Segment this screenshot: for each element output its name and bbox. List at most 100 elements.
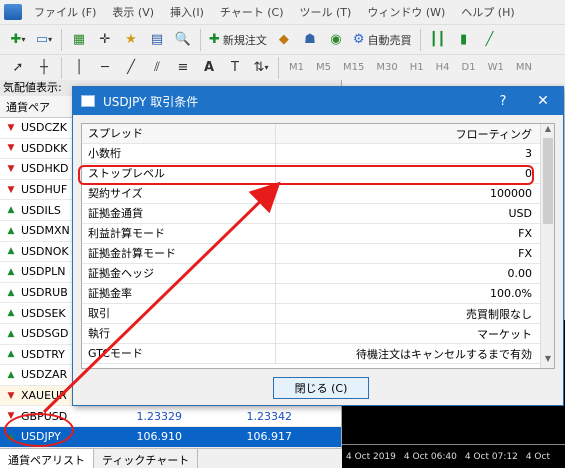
property-row[interactable]: 利益計算モード FX — [82, 223, 540, 244]
menu-bar: ファイル (F) 表示 (V) 挿入(I) チャート (C) ツール (T) ウ… — [0, 0, 565, 24]
vertical-line-button[interactable]: │ — [67, 56, 91, 80]
market-watch-row[interactable]: ▼ GBPUSD 1.23329 1.23342 — [0, 406, 341, 427]
property-name: 取引 — [82, 303, 276, 324]
menu-charts[interactable]: チャート (C) — [212, 4, 292, 20]
label-button[interactable]: T — [223, 56, 247, 80]
magnifier-icon: 🔍 — [174, 32, 192, 47]
menu-view[interactable]: 表示 (V) — [104, 4, 162, 20]
arrow-down-icon: ▼ — [7, 122, 15, 133]
property-row[interactable]: 執行 マーケット — [82, 323, 540, 344]
crosshair-tool-button[interactable]: ┼ — [32, 56, 56, 80]
new-order-icon: ✚ — [209, 32, 220, 47]
property-value: FX — [518, 247, 532, 260]
property-row[interactable]: 証拠金計算モード FX — [82, 243, 540, 264]
menu-help[interactable]: ヘルプ (H) — [453, 4, 522, 20]
column-header-symbol[interactable]: 通貨ペア — [0, 99, 50, 115]
timeframe-m15[interactable]: M15 — [338, 62, 369, 73]
timeframe-h1[interactable]: H1 — [405, 62, 429, 73]
property-row[interactable]: スプレッド フローティング — [82, 124, 540, 144]
fibonacci-button[interactable]: ≡ — [171, 56, 195, 80]
trendline-icon: ╱ — [127, 60, 135, 75]
arrow-down-icon: ▼ — [7, 184, 15, 195]
property-name: 執行 — [82, 323, 276, 344]
scroll-down-icon[interactable]: ▼ — [541, 354, 554, 368]
dialog-title: USDJPY 取引条件 — [103, 94, 199, 109]
news-button[interactable]: ◉ — [324, 28, 348, 52]
timeframe-m30[interactable]: M30 — [371, 62, 402, 73]
signals-button[interactable]: ☗ — [298, 28, 322, 52]
scroll-thumb[interactable] — [543, 138, 553, 224]
timeframe-w1[interactable]: W1 — [483, 62, 509, 73]
property-name: 証拠金ヘッジ — [82, 263, 276, 284]
close-icon[interactable]: ✕ — [523, 93, 563, 109]
property-row[interactable]: GTCモード 待機注文はキャンセルするまで有効 — [82, 343, 540, 364]
metaeditor-button[interactable]: ◆ — [272, 28, 296, 52]
crosshair-button[interactable]: ✛ — [93, 28, 117, 52]
arrow-down-icon: ▼ — [7, 390, 15, 401]
timeframe-d1[interactable]: D1 — [457, 62, 481, 73]
bar-chart-button[interactable]: ┃┃ — [426, 28, 450, 52]
property-row[interactable]: ストップレベル 0 — [82, 163, 540, 184]
profiles-button[interactable]: ▭ ▾ — [32, 28, 56, 52]
cursor-button[interactable]: ➚ — [6, 56, 30, 80]
tab-tick-chart[interactable]: ティックチャート — [94, 449, 199, 468]
property-row[interactable]: 取引 売買制限なし — [82, 303, 540, 324]
timeframe-m1[interactable]: M1 — [284, 62, 309, 73]
crosshair-icon: ┼ — [40, 60, 48, 75]
property-row[interactable]: 証拠金率 100.0% — [82, 283, 540, 304]
auto-trade-label: 自動売買 — [367, 33, 412, 47]
new-order-button[interactable]: ✚ 新規注文 — [206, 28, 270, 52]
standard-toolbar: ✚ ▾ ▭ ▾ ▦ ✛ ★ ▤ 🔍 ✚ 新規注文 ◆ ☗ ◉ ⚙ 自動売買 ┃┃ ▮ ╱ — [0, 24, 565, 54]
toolbar-separator — [61, 56, 62, 79]
property-row[interactable]: 小数桁 3 — [82, 143, 540, 164]
property-name: ストップレベル — [82, 163, 276, 184]
navigator-button[interactable]: ★ — [119, 28, 143, 52]
text-button[interactable]: A — [197, 56, 221, 80]
channel-button[interactable]: ⫽ — [145, 56, 169, 80]
menu-window[interactable]: ウィンドウ (W) — [359, 4, 453, 20]
property-row[interactable]: 証拠金ヘッジ 0.00 — [82, 263, 540, 284]
property-row[interactable]: 契約サイズ 100000 — [82, 183, 540, 204]
market-watch-icon: ▦ — [72, 32, 86, 47]
arrow-up-icon: ▲ — [7, 308, 15, 319]
help-button[interactable]: ? — [483, 94, 523, 109]
new-chart-button[interactable]: ✚ ▾ — [6, 28, 30, 52]
terminal-button[interactable]: ▤ — [145, 28, 169, 52]
time-axis-label: 4 Oct 2019 — [346, 451, 396, 462]
timeframe-h4[interactable]: H4 — [431, 62, 455, 73]
market-watch-button[interactable]: ▦ — [67, 28, 91, 52]
toolbar-separator — [278, 56, 279, 79]
arrows-button[interactable]: ⇅ ▾ — [249, 56, 273, 80]
property-value: 売買制限なし — [466, 307, 532, 321]
horizontal-line-icon: ─ — [101, 60, 109, 75]
bid-price: 1.23329 — [136, 409, 183, 423]
plus-icon: ✚ — [10, 32, 22, 47]
auto-trade-button[interactable]: ⚙ 自動売買 — [350, 28, 415, 52]
timeframe-m5[interactable]: M5 — [311, 62, 336, 73]
property-value: マーケット — [477, 327, 532, 341]
vertical-scrollbar[interactable]: ▲ ▼ — [540, 124, 554, 368]
candle-chart-button[interactable]: ▮ — [452, 28, 476, 52]
menu-file[interactable]: ファイル (F) — [26, 4, 104, 20]
scroll-up-icon[interactable]: ▲ — [541, 124, 554, 138]
property-row[interactable]: 証拠金通貨 USD — [82, 203, 540, 224]
line-chart-button[interactable]: ╱ — [478, 28, 502, 52]
trendline-button[interactable]: ╱ — [119, 56, 143, 80]
market-watch-row[interactable]: ▲ USDJPY 106.910 106.917 — [0, 426, 341, 448]
menu-tools[interactable]: ツール (T) — [292, 4, 360, 20]
arrow-up-icon: ▲ — [7, 246, 15, 257]
time-axis-label: 4 Oct 07:12 — [464, 451, 518, 462]
symbol-properties-dialog: USDJPY 取引条件 ? ✕ スプレッド フローティング 小数桁 3 ストップレベル 0… — [72, 86, 564, 406]
timeframe-mn[interactable]: MN — [511, 62, 537, 73]
tester-button[interactable]: 🔍 — [171, 28, 195, 52]
terminal-icon: ▤ — [150, 32, 164, 47]
fibonacci-icon: ≡ — [177, 60, 189, 75]
horizontal-line-button[interactable]: ─ — [93, 56, 117, 80]
user-icon: ☗ — [304, 32, 316, 47]
ask-price: 1.23342 — [246, 409, 293, 423]
arrow-up-icon: ▲ — [7, 266, 15, 277]
tab-symbols[interactable]: 通貨ペアリスト — [0, 449, 94, 468]
close-button[interactable]: 閉じる (C) — [273, 377, 369, 399]
property-name: GTCモード — [82, 343, 276, 364]
menu-insert[interactable]: 挿入(I) — [162, 4, 212, 20]
